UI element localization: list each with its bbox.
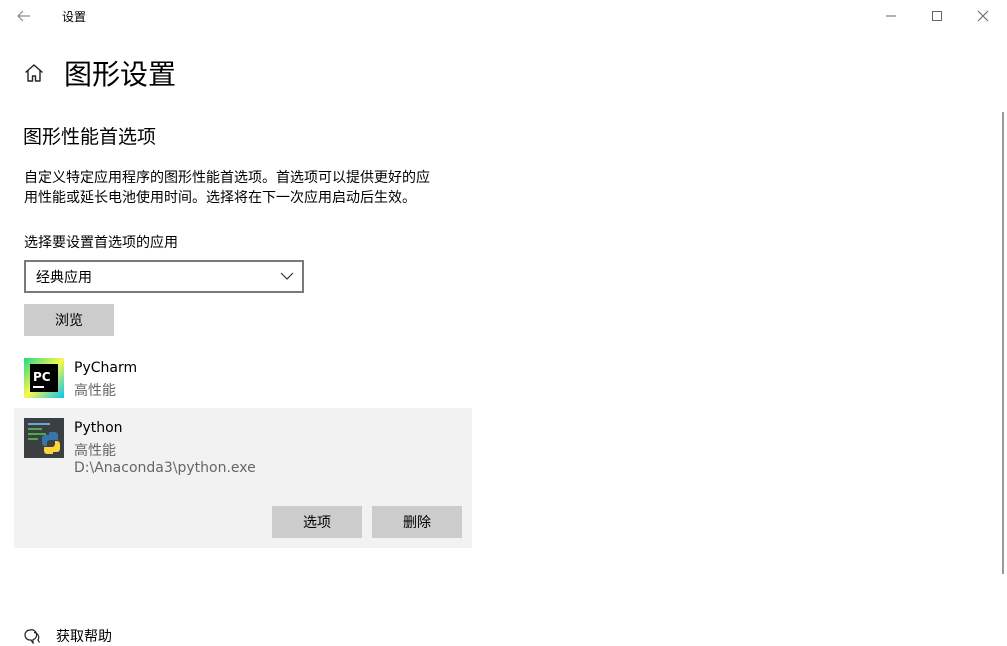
- get-help-link[interactable]: 获取帮助: [24, 626, 112, 646]
- app-path: D:\Anaconda3\python.exe: [74, 460, 256, 476]
- pycharm-icon: PC: [24, 358, 64, 398]
- scrollbar[interactable]: [1002, 112, 1004, 574]
- description-line-1: 自定义特定应用程序的图形性能首选项。首选项可以提供更好的应: [24, 170, 430, 186]
- python-icon: [24, 418, 64, 458]
- dropdown-value: 经典应用: [36, 270, 92, 286]
- get-help-label: 获取帮助: [56, 629, 112, 645]
- svg-text:PC: PC: [33, 370, 51, 384]
- home-icon: [25, 64, 43, 82]
- section-title: 图形性能首选项: [23, 126, 157, 148]
- maximize-button[interactable]: [914, 0, 960, 32]
- delete-button[interactable]: 删除: [372, 506, 462, 538]
- minimize-icon: [886, 15, 896, 17]
- section-description: 自定义特定应用程序的图形性能首选项。首选项可以提供更好的应 用性能或延长电池使用…: [24, 168, 474, 208]
- options-button[interactable]: 选项: [272, 506, 362, 538]
- minimize-button[interactable]: [868, 0, 914, 32]
- back-button[interactable]: [10, 4, 38, 28]
- app-name: Python: [74, 420, 123, 436]
- description-line-2: 用性能或延长电池使用时间。选择将在下一次应用启动后生效。: [24, 190, 416, 206]
- close-button[interactable]: [960, 0, 1006, 32]
- app-type-dropdown[interactable]: 经典应用: [24, 260, 304, 293]
- maximize-icon: [932, 11, 942, 21]
- app-type-label: 选择要设置首选项的应用: [24, 235, 178, 251]
- app-list-item-python[interactable]: Python 高性能 D:\Anaconda3\python.exe 选项 删除: [14, 408, 472, 548]
- app-preference: 高性能: [74, 383, 116, 399]
- app-preference: 高性能: [74, 443, 116, 459]
- home-button[interactable]: [22, 61, 46, 85]
- browse-button[interactable]: 浏览: [24, 304, 114, 336]
- back-arrow-icon: [17, 10, 30, 22]
- app-list-item-pycharm[interactable]: PC PyCharm 高性能: [14, 348, 472, 408]
- close-icon: [977, 10, 989, 22]
- chevron-down-icon: [280, 272, 294, 280]
- title-bar: 设置: [0, 0, 1007, 32]
- page-title: 图形设置: [64, 58, 177, 91]
- window-title: 设置: [62, 10, 87, 24]
- app-name: PyCharm: [74, 360, 138, 376]
